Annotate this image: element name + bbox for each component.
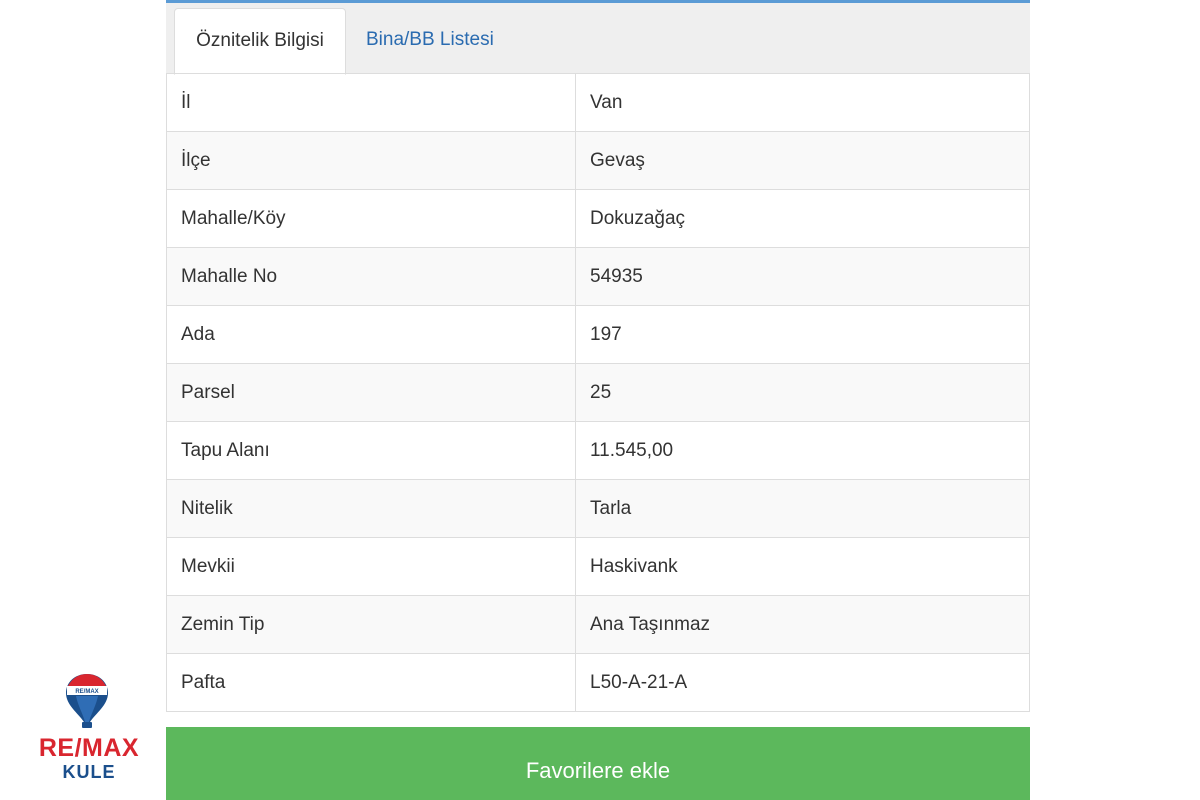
- attribute-key: Mevkii: [166, 537, 576, 596]
- attribute-value: Haskivank: [575, 537, 1030, 596]
- attribute-key: Ada: [166, 305, 576, 364]
- table-row: Nitelik Tarla: [166, 479, 1030, 538]
- attribute-key: Mahalle No: [166, 247, 576, 306]
- table-row: Mevkii Haskivank: [166, 537, 1030, 596]
- attribute-key: Zemin Tip: [166, 595, 576, 654]
- attribute-key: Mahalle/Köy: [166, 189, 576, 248]
- attribute-value: Van: [575, 73, 1030, 132]
- attribute-value: 197: [575, 305, 1030, 364]
- attribute-key: İlçe: [166, 131, 576, 190]
- attribute-value: 11.545,00: [575, 421, 1030, 480]
- remax-kule-watermark: RE/MAX RE/MAX KULE: [24, 672, 154, 784]
- office-name-text: KULE: [62, 762, 116, 782]
- table-row: Pafta L50-A-21-A: [166, 653, 1030, 712]
- attribute-value: 54935: [575, 247, 1030, 306]
- table-row: İlçe Gevaş: [166, 131, 1030, 190]
- balloon-label: RE/MAX: [75, 689, 98, 695]
- tab-bina-bb-listesi[interactable]: Bina/BB Listesi: [350, 8, 510, 75]
- tab-oznitelik-bilgisi[interactable]: Öznitelik Bilgisi: [174, 8, 346, 75]
- table-row: Ada 197: [166, 305, 1030, 364]
- attribute-value: Dokuzağaç: [575, 189, 1030, 248]
- attribute-value: Ana Taşınmaz: [575, 595, 1030, 654]
- table-row: Mahalle/Köy Dokuzağaç: [166, 189, 1030, 248]
- attribute-table: İl Van İlçe Gevaş Mahalle/Köy Dokuzağaç …: [166, 73, 1030, 712]
- attribute-key: Parsel: [166, 363, 576, 422]
- attribute-value: L50-A-21-A: [575, 653, 1030, 712]
- add-to-favorites-button[interactable]: Favorilere ekle: [166, 727, 1030, 800]
- attribute-key: Nitelik: [166, 479, 576, 538]
- table-row: Tapu Alanı 11.545,00: [166, 421, 1030, 480]
- page: Öznitelik Bilgisi Bina/BB Listesi İl Van…: [0, 0, 1200, 800]
- attribute-key: Tapu Alanı: [166, 421, 576, 480]
- attribute-key: Pafta: [166, 653, 576, 712]
- attribute-key: İl: [166, 73, 576, 132]
- tab-bar: Öznitelik Bilgisi Bina/BB Listesi: [166, 3, 1030, 75]
- remax-brand-text: RE/MAX: [38, 734, 140, 762]
- parcel-info-panel: Öznitelik Bilgisi Bina/BB Listesi İl Van…: [166, 0, 1030, 800]
- remax-balloon-icon: RE/MAX: [66, 674, 108, 728]
- table-row: Mahalle No 54935: [166, 247, 1030, 306]
- attribute-value: Gevaş: [575, 131, 1030, 190]
- table-row: Zemin Tip Ana Taşınmaz: [166, 595, 1030, 654]
- table-row: İl Van: [166, 73, 1030, 132]
- attribute-value: Tarla: [575, 479, 1030, 538]
- table-row: Parsel 25: [166, 363, 1030, 422]
- attribute-value: 25: [575, 363, 1030, 422]
